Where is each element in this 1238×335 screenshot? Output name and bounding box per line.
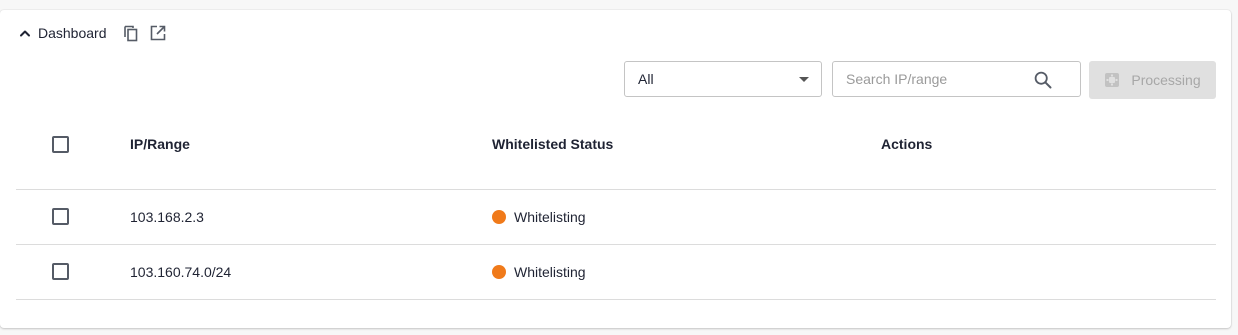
row-checkbox[interactable] xyxy=(52,263,69,280)
table-row[interactable]: 103.168.2.3 Whitelisting xyxy=(16,190,1216,245)
processing-icon xyxy=(1105,73,1120,87)
status-cell: Whitelisting xyxy=(492,264,586,280)
ip-table: IP/Range Whitelisted Status Actions 103.… xyxy=(16,105,1216,300)
copy-button[interactable] xyxy=(121,23,141,43)
chevron-up-icon xyxy=(20,30,30,37)
status-dot-icon xyxy=(492,210,506,224)
column-header-ip-range[interactable]: IP/Range xyxy=(130,136,190,152)
status-filter-select[interactable]: All xyxy=(624,61,822,97)
caret-down-icon xyxy=(799,77,809,82)
open-external-icon xyxy=(150,25,165,41)
row-checkbox[interactable] xyxy=(52,208,69,225)
select-all-checkbox[interactable] xyxy=(52,136,69,153)
ip-range-cell: 103.160.74.0/24 xyxy=(130,264,232,280)
panel-header: Dashboard xyxy=(18,22,168,44)
table-row[interactable]: 103.160.74.0/24 Whitelisting xyxy=(16,245,1216,300)
open-external-button[interactable] xyxy=(148,23,168,43)
ip-range-cell: 103.168.2.3 xyxy=(130,209,204,225)
status-label: Whitelisting xyxy=(514,264,586,280)
search-icon[interactable] xyxy=(1034,71,1052,89)
search-input[interactable] xyxy=(846,71,1026,87)
status-dot-icon xyxy=(492,265,506,279)
table-header-row: IP/Range Whitelisted Status Actions xyxy=(16,105,1216,190)
processing-button[interactable]: Processing xyxy=(1089,61,1216,99)
filter-selected-value: All xyxy=(638,71,654,87)
processing-label: Processing xyxy=(1131,72,1201,88)
column-header-whitelisted-status[interactable]: Whitelisted Status xyxy=(492,136,613,152)
dashboard-panel: Dashboard All Search IP/range Processing… xyxy=(0,10,1231,328)
panel-title: Dashboard xyxy=(38,25,107,41)
status-label: Whitelisting xyxy=(514,209,586,225)
collapse-dashboard-button[interactable]: Dashboard xyxy=(18,25,107,41)
status-cell: Whitelisting xyxy=(492,209,586,225)
copy-icon xyxy=(123,25,137,42)
search-box xyxy=(832,61,1081,97)
column-header-actions: Actions xyxy=(881,136,933,152)
